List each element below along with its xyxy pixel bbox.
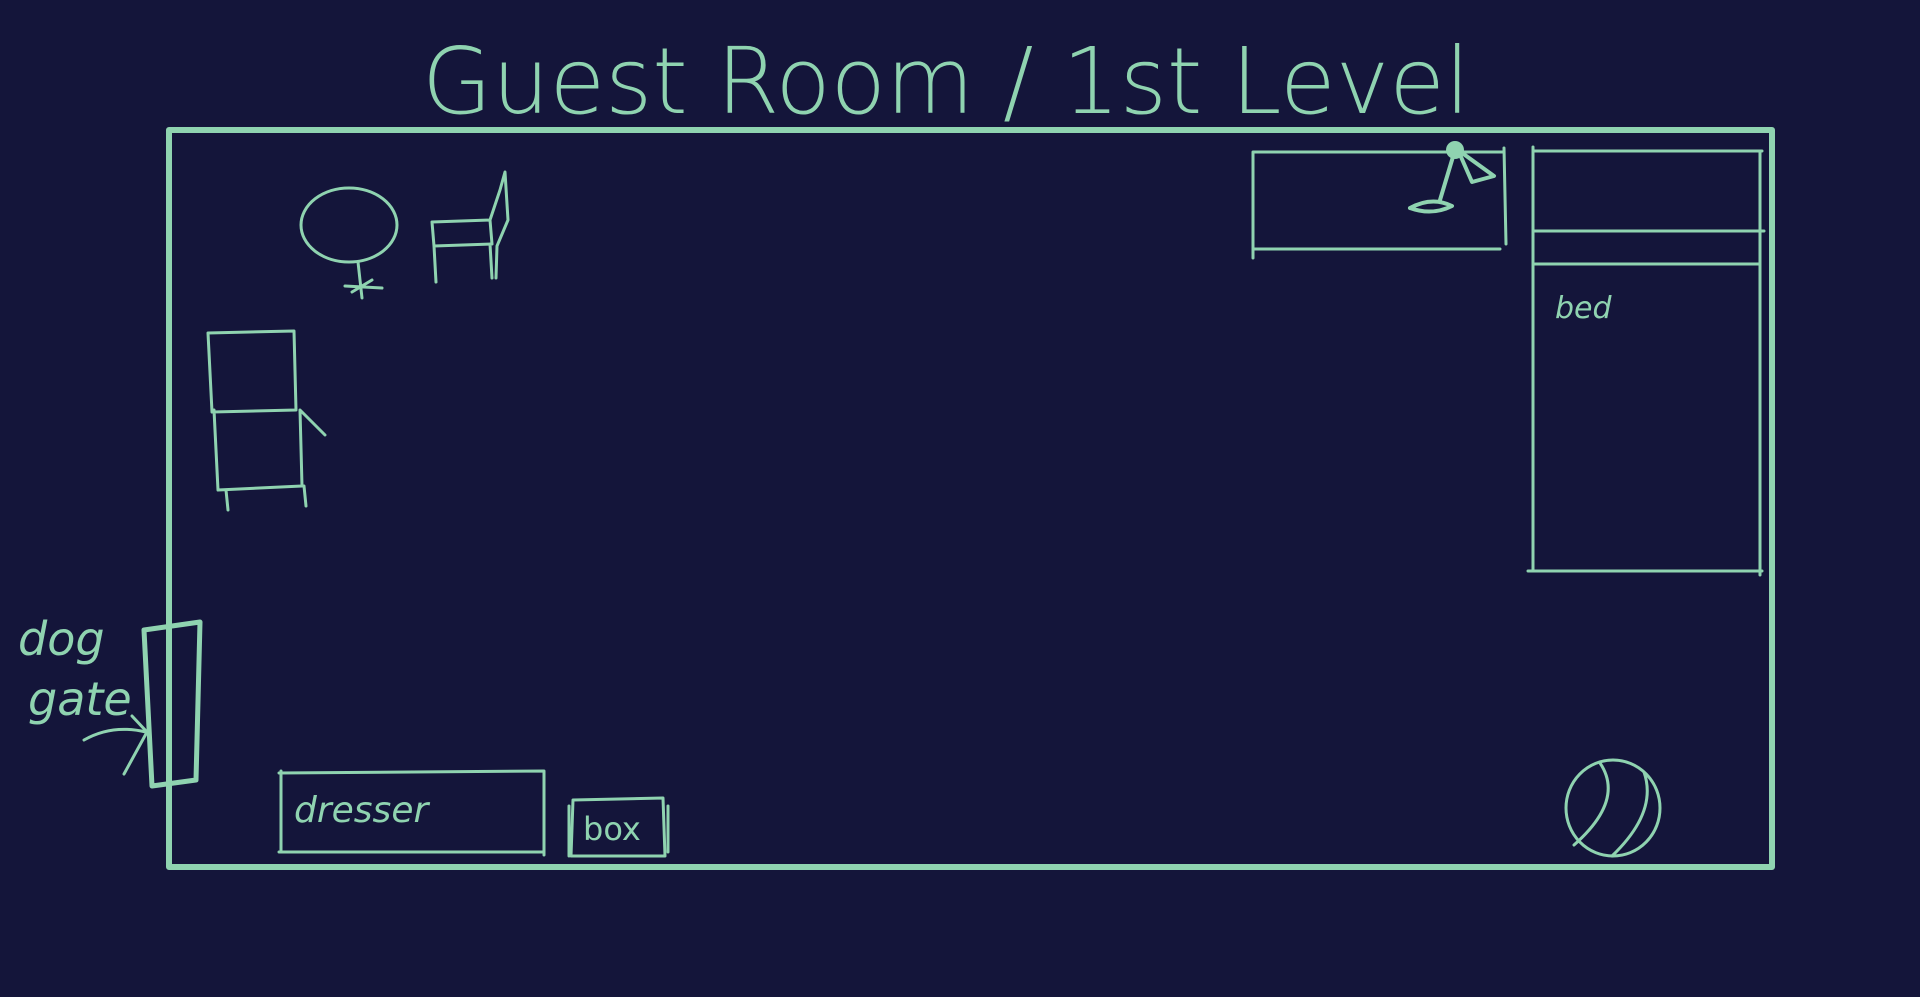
couch	[206, 329, 327, 512]
desk	[1251, 146, 1508, 260]
bed-label: bed	[1555, 291, 1613, 326]
dresser-label: dresser	[294, 790, 430, 831]
round-table	[299, 186, 399, 300]
bed: bed	[1526, 145, 1766, 577]
page-title: Guest Room / 1st Level	[422, 28, 1470, 135]
dog-gate-label-line1: dog	[18, 612, 105, 666]
box-label: box	[583, 810, 641, 848]
floor-plan-sketch: Guest Room / 1st Level bed dog gate dres…	[18, 28, 1775, 870]
dresser: dresser	[277, 769, 546, 857]
dog-gate: dog gate	[18, 612, 203, 789]
dog-gate-label-line2: gate	[28, 672, 132, 726]
ball-icon	[1564, 758, 1662, 858]
chair	[430, 170, 510, 284]
box: box	[567, 796, 670, 858]
